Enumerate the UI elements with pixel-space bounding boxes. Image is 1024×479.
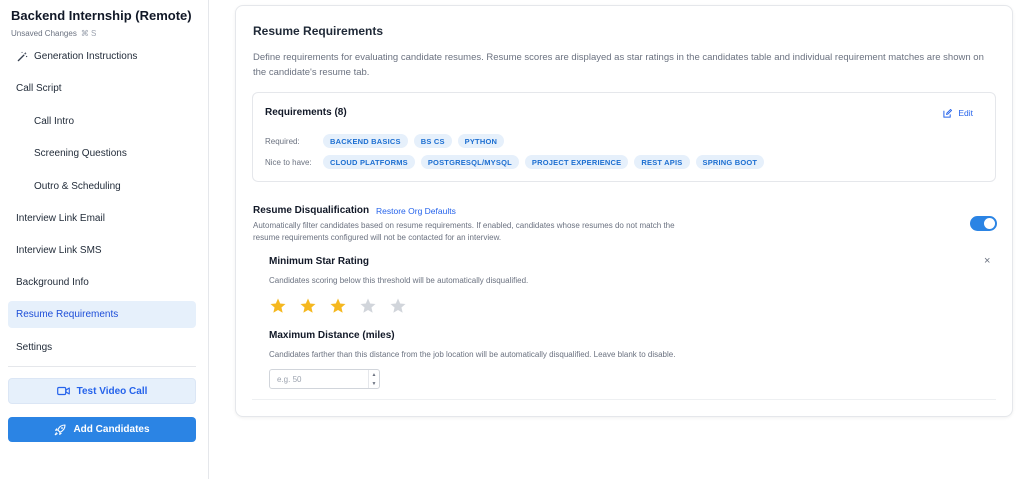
sidebar-item-label: Outro & Scheduling: [34, 181, 121, 192]
sidebar-item-label: Interview Link Email: [16, 213, 105, 224]
job-title: Backend Internship (Remote): [11, 8, 192, 23]
test-video-call-button[interactable]: Test Video Call: [8, 378, 196, 404]
unsaved-indicator: Unsaved Changes ⌘ S: [11, 29, 96, 38]
requirement-chip: BACKEND BASICS: [323, 134, 408, 148]
sidebar-item-label: Settings: [16, 342, 53, 353]
sidebar-item-background-info[interactable]: Background Info: [8, 269, 196, 296]
required-row: Required: BACKEND BASICS BS CS PYTHON: [265, 134, 510, 148]
edit-label: Edit: [958, 108, 973, 118]
test-video-call-label: Test Video Call: [76, 385, 148, 397]
sidebar-item-resume-requirements[interactable]: Resume Requirements: [8, 301, 196, 328]
toggle-knob: [984, 218, 995, 229]
sidebar-item-label: Generation Instructions: [34, 51, 138, 62]
requirement-chip: REST APIS: [634, 155, 690, 169]
sidebar-item-call-intro[interactable]: Call Intro: [8, 108, 196, 135]
sidebar-item-label: Call Intro: [34, 116, 75, 127]
sidebar-item-label: Background Info: [16, 277, 89, 288]
restore-org-defaults-link[interactable]: Restore Org Defaults: [376, 206, 456, 216]
sidebar-divider: [8, 366, 196, 367]
sidebar-item-label: Call Script: [16, 83, 62, 94]
stepper-up-icon[interactable]: ▲: [369, 370, 379, 379]
max-distance-field: ▲ ▼: [269, 369, 380, 389]
page-description: Define requirements for evaluating candi…: [253, 52, 984, 78]
unsaved-label: Unsaved Changes: [11, 29, 77, 38]
star-empty-icon[interactable]: [389, 296, 419, 316]
requirement-chip: POSTGRESQL/MYSQL: [420, 155, 519, 169]
sidebar-item-settings[interactable]: Settings: [8, 334, 196, 361]
save-shortcut: ⌘ S: [80, 29, 97, 38]
sidebar-item-generation-instructions[interactable]: Generation Instructions: [8, 43, 196, 70]
requirement-chip: CLOUD PLATFORMS: [323, 155, 415, 169]
sidebar-item-label: Screening Questions: [34, 148, 127, 159]
video-camera-icon: [56, 386, 70, 396]
page-title: Resume Requirements: [253, 24, 384, 38]
min-star-title: Minimum Star Rating: [269, 256, 370, 267]
sidebar-item-interview-link-sms[interactable]: Interview Link SMS: [8, 237, 196, 264]
max-distance-input[interactable]: [270, 370, 365, 388]
sidebar-item-outro-scheduling[interactable]: Outro & Scheduling: [8, 173, 196, 200]
sidebar-item-label: Interview Link SMS: [16, 245, 102, 256]
sidebar-item-interview-link-email[interactable]: Interview Link Email: [8, 205, 196, 232]
required-label: Required:: [265, 136, 300, 146]
number-stepper: ▲ ▼: [368, 370, 379, 388]
star-filled-icon[interactable]: [329, 296, 359, 316]
section-divider: [252, 399, 996, 400]
add-candidates-button[interactable]: Add Candidates: [8, 417, 196, 442]
rocket-icon: [54, 423, 66, 436]
requirements-box: Requirements (8) Edit Required: BACKEND …: [252, 92, 996, 182]
star-filled-icon[interactable]: [269, 296, 299, 316]
add-candidates-label: Add Candidates: [73, 424, 150, 435]
requirement-chip: SPRING BOOT: [695, 155, 765, 169]
disqualification-description: Automatically filter candidates based on…: [253, 221, 675, 242]
sidebar-item-label: Resume Requirements: [16, 309, 119, 320]
sidebar-item-call-script[interactable]: Call Script: [8, 75, 196, 102]
sidebar-item-screening-questions[interactable]: Screening Questions: [8, 140, 196, 167]
requirement-chip: PYTHON: [457, 134, 505, 148]
requirement-chip: BS CS: [413, 134, 452, 148]
nice-to-have-row: Nice to have: CLOUD PLATFORMS POSTGRESQL…: [265, 155, 770, 169]
max-distance-title: Maximum Distance (miles): [269, 330, 395, 341]
edit-icon: [943, 108, 953, 118]
edit-requirements-button[interactable]: Edit: [943, 108, 973, 118]
star-filled-icon[interactable]: [299, 296, 329, 316]
close-icon[interactable]: ×: [984, 255, 990, 267]
resume-requirements-card: Resume Requirements Define requirements …: [235, 5, 1013, 417]
nice-to-have-label: Nice to have:: [265, 157, 312, 167]
disqualification-title: Resume Disqualification: [253, 205, 370, 216]
stepper-down-icon[interactable]: ▼: [369, 379, 379, 388]
magic-wand-icon: [16, 51, 28, 63]
star-rating: [269, 296, 419, 316]
min-star-description: Candidates scoring below this threshold …: [269, 276, 529, 285]
disqualification-toggle[interactable]: [970, 216, 997, 231]
sidebar: Backend Internship (Remote) Unsaved Chan…: [0, 0, 209, 479]
max-distance-description: Candidates farther than this distance fr…: [269, 350, 676, 359]
requirements-title: Requirements (8): [265, 107, 347, 118]
requirement-chip: PROJECT EXPERIENCE: [524, 155, 629, 169]
star-empty-icon[interactable]: [359, 296, 389, 316]
app-root: Backend Internship (Remote) Unsaved Chan…: [0, 0, 1024, 479]
